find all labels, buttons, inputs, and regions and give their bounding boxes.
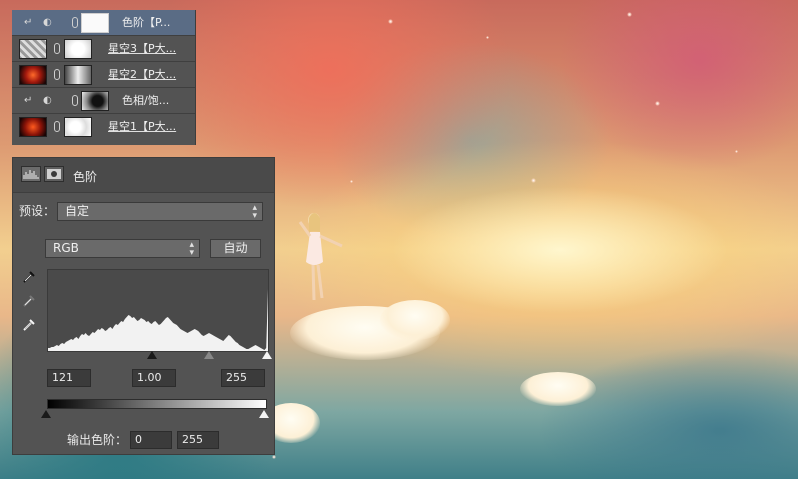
layer-thumbnail [19,117,47,137]
layer-name: 星空3【P大... [108,42,177,55]
output-gradient-bar [47,399,267,409]
layers-panel: ↵ ◐ 色阶【P... 星空3【P大... 星空2【P大... ↵ ◐ 色相/饱… [12,10,196,145]
input-gamma-field[interactable]: 1.00 [132,369,176,387]
output-white-handle[interactable] [259,410,269,418]
white-point-eyedropper-icon[interactable] [22,316,36,332]
channel-value: RGB [53,241,79,255]
clip-arrow-icon: ↵ [24,17,33,28]
girl-figure [296,210,352,325]
preset-value: 自定 [65,204,90,218]
output-levels-label: 输出色阶： [67,433,128,447]
histogram-shape [48,289,268,351]
layer-row[interactable]: 星空2【P大... [12,62,195,88]
channel-select[interactable]: RGB ▴ ▾ [45,239,200,258]
input-white-handle[interactable] [262,351,272,359]
layer-mask-thumbnail [64,117,92,137]
select-arrows-icon: ▴ ▾ [252,203,257,221]
chain-link-icon [54,121,60,132]
layer-name: 色相/饱... [122,94,170,107]
adjustment-icon: ◐ [43,95,52,106]
properties-panel: 色阶 预设： 自定 ▴ ▾ RGB ▴ ▾ 自动 121 1.00 255 输出色阶… [12,157,275,455]
mask-icon[interactable] [44,166,64,182]
layer-thumbnail [19,39,47,59]
preset-select[interactable]: 自定 ▴ ▾ [57,202,263,221]
chain-link-icon [54,69,60,80]
chain-link-icon [72,17,78,28]
cloud [380,300,450,340]
properties-title: 色阶 [73,170,98,184]
layer-row[interactable]: ↵ ◐ 色阶【P... [12,10,195,36]
layer-name: 星空2【P大... [108,68,177,81]
output-levels-slider[interactable] [41,409,269,421]
layer-thumbnail [19,65,47,85]
layer-row[interactable]: 星空3【P大... [12,36,195,62]
layer-name: 星空1【P大... [108,120,177,133]
layer-mask-thumbnail [81,91,109,111]
adjustment-icon: ◐ [43,17,52,28]
preset-label: 预设： [19,204,56,218]
cloud [520,372,596,406]
input-gamma-handle[interactable] [204,351,214,359]
layer-mask-thumbnail [81,13,109,33]
auto-button[interactable]: 自动 [210,239,261,258]
gray-point-eyedropper-icon[interactable] [22,292,36,308]
chain-link-icon [72,95,78,106]
levels-adjustment-icon[interactable] [21,166,41,182]
layer-mask-thumbnail [64,39,92,59]
output-black-field[interactable]: 0 [130,431,172,449]
chain-link-icon [54,43,60,54]
layer-row[interactable]: 星空1【P大... [12,114,195,140]
input-black-handle[interactable] [147,351,157,359]
clip-arrow-icon: ↵ [24,95,33,106]
select-arrows-icon: ▴ ▾ [189,240,194,258]
layer-mask-thumbnail [64,65,92,85]
layer-name: 色阶【P... [122,16,171,29]
properties-header: 色阶 [13,158,274,193]
layer-row[interactable]: ↵ ◐ 色相/饱... [12,88,195,114]
input-levels-slider[interactable] [47,350,272,362]
black-point-eyedropper-icon[interactable] [22,268,36,284]
output-black-handle[interactable] [41,410,51,418]
input-white-field[interactable]: 255 [221,369,265,387]
input-black-field[interactable]: 121 [47,369,91,387]
output-white-field[interactable]: 255 [177,431,219,449]
levels-histogram [47,269,269,352]
